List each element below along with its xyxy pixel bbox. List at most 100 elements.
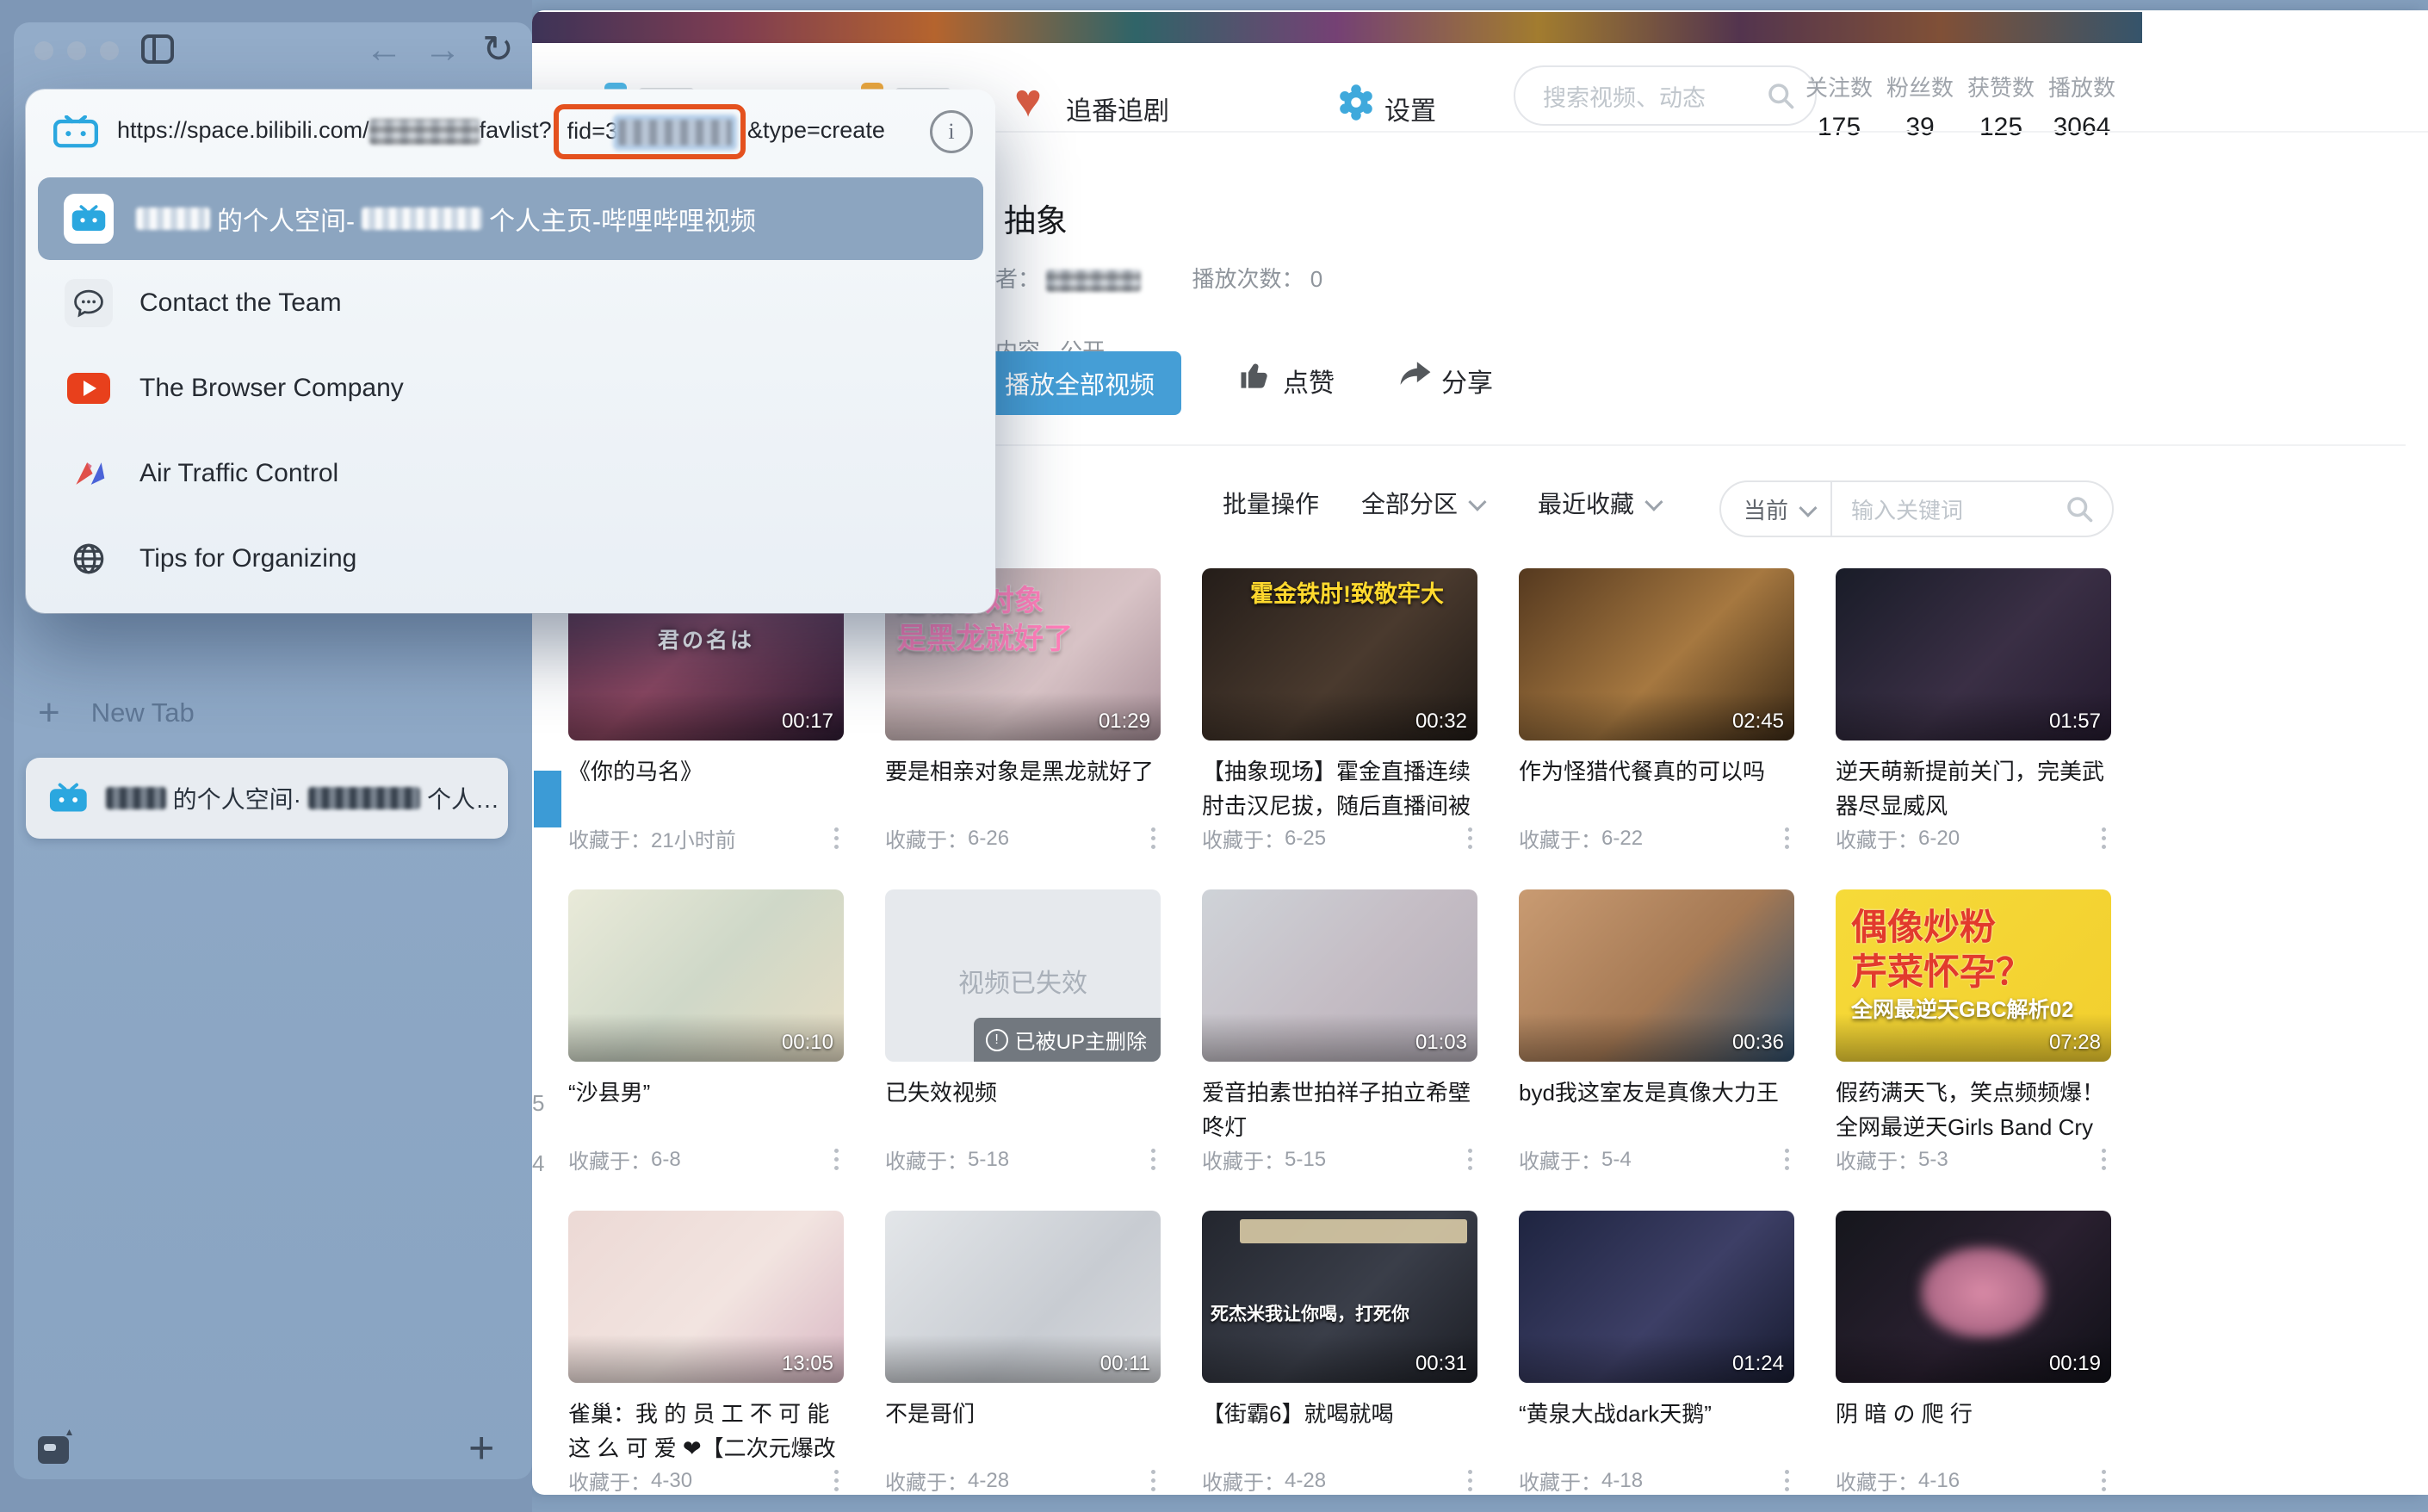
video-thumbnail[interactable]: 01:03: [1202, 889, 1477, 1062]
collected-label: 收藏于：: [568, 1466, 651, 1495]
video-title[interactable]: byd我这室友是真像大力王: [1519, 1075, 1794, 1146]
space-search-box[interactable]: 搜索视频、动态: [1514, 65, 1817, 126]
video-thumbnail[interactable]: 死杰米我让你喝，打死你00:31: [1202, 1211, 1477, 1383]
more-options-icon[interactable]: [2097, 1466, 2111, 1495]
thumbnail-overlay-text: 君の名は: [658, 623, 754, 654]
info-icon[interactable]: i: [930, 110, 973, 153]
video-title[interactable]: 阴 暗 の 爬 行: [1836, 1397, 2111, 1467]
reload-icon[interactable]: ↻: [482, 31, 514, 69]
search-icon[interactable]: [2064, 493, 2095, 524]
video-title[interactable]: 不是哥们: [885, 1397, 1161, 1467]
more-options-icon[interactable]: [1463, 1466, 1477, 1495]
batch-operate-button[interactable]: 批量操作: [1223, 486, 1319, 520]
more-options-icon[interactable]: [2097, 824, 2111, 852]
video-meta-row: 收藏于： 4-30: [568, 1466, 844, 1495]
like-button[interactable]: 点赞: [1283, 362, 1335, 400]
sort-dropdown[interactable]: 最近收藏: [1538, 486, 1659, 520]
creator-name-blurred: [1046, 270, 1141, 292]
video-collected-date: 4-18: [1601, 1469, 1643, 1493]
more-options-icon[interactable]: [2097, 1145, 2111, 1174]
nav-settings[interactable]: 设置: [1384, 90, 1436, 127]
video-duration: 00:19: [2049, 1352, 2101, 1376]
video-thumbnail[interactable]: 00:10: [568, 889, 844, 1062]
like-thumb-icon[interactable]: [1236, 356, 1274, 394]
category-dropdown[interactable]: 全部分区: [1361, 486, 1483, 520]
forward-arrow-icon[interactable]: →: [424, 31, 461, 69]
sidebar-add-icon[interactable]: +: [468, 1422, 494, 1474]
video-thumbnail[interactable]: 00:19: [1836, 1211, 2111, 1383]
video-duration: 00:11: [1100, 1352, 1150, 1376]
video-meta-row: 收藏于： 21小时前: [568, 823, 844, 853]
video-meta-row: 收藏于： 5-3: [1836, 1144, 2111, 1174]
video-title[interactable]: 《你的马名》: [568, 754, 844, 825]
fid-value-selected-blurred: [618, 120, 732, 146]
more-options-icon[interactable]: [1780, 1466, 1794, 1495]
suggestion-selected[interactable]: 的个人空间- 个人主页-哔哩哔哩视频: [38, 177, 983, 260]
video-title[interactable]: 【抽象现场】霍金直播连续肘击汉尼拔，随后直播间被封: [1202, 754, 1477, 825]
video-thumbnail[interactable]: 01:57: [1836, 568, 2111, 741]
more-options-icon[interactable]: [829, 1466, 844, 1495]
more-options-icon[interactable]: [1463, 1145, 1477, 1174]
library-box-icon[interactable]: [38, 1436, 69, 1464]
more-options-icon[interactable]: [1463, 824, 1477, 852]
video-collected-date: 5-15: [1285, 1148, 1326, 1172]
sidebar-active-tab[interactable]: 的个人空间· 个人…: [26, 758, 508, 839]
video-card: 00:36 byd我这室友是真像大力王 收藏于： 5-4: [1519, 889, 1794, 1211]
divider: [1830, 480, 1832, 537]
settings-gear-icon: [1336, 83, 1376, 122]
video-thumbnail[interactable]: 霍金铁肘!致敬牢大00:32: [1202, 568, 1477, 741]
new-tab-button[interactable]: + New Tab: [38, 694, 195, 732]
video-title[interactable]: 雀巢：我 的 员 工 不 可 能 这 么 可 爱 ❤【二次元爆改: [568, 1397, 844, 1467]
window-zoom-button[interactable]: [100, 41, 119, 60]
nav-bangumi[interactable]: 追番追剧: [1066, 90, 1169, 127]
video-thumbnail[interactable]: 偶像炒粉芹菜怀孕？全网最逆天GBC解析0207:28: [1836, 889, 2111, 1062]
video-title[interactable]: 作为怪猎代餐真的可以吗: [1519, 754, 1794, 825]
search-scope-dropdown[interactable]: 当前: [1744, 493, 1813, 525]
play-all-button[interactable]: 播放全部视频: [978, 351, 1181, 415]
more-options-icon[interactable]: [1146, 1466, 1161, 1495]
video-thumbnail[interactable]: 00:36: [1519, 889, 1794, 1062]
video-title[interactable]: “黄泉大战dark天鹅”: [1519, 1397, 1794, 1467]
more-options-icon[interactable]: [829, 824, 844, 852]
favlist-title: | 抽象: [987, 195, 1068, 241]
url-text[interactable]: https://space.bilibili.com/favlist?fid=3…: [117, 104, 930, 159]
video-thumbnail[interactable]: 13:05: [568, 1211, 844, 1383]
suggestion-contact-team[interactable]: Contact the Team: [26, 260, 995, 345]
suggestion-tips-organizing[interactable]: Tips for Organizing: [26, 516, 995, 601]
more-options-icon[interactable]: [1780, 824, 1794, 852]
video-duration: 01:24: [1732, 1352, 1784, 1376]
video-title[interactable]: 已失效视频: [885, 1075, 1161, 1146]
video-duration: 01:03: [1415, 1031, 1467, 1055]
keyword-placeholder: 输入关键词: [1851, 493, 2064, 525]
collected-label: 收藏于：: [1202, 1466, 1285, 1495]
video-title[interactable]: “沙县男”: [568, 1075, 844, 1146]
collected-label: 收藏于：: [885, 1144, 968, 1174]
video-title[interactable]: 爱音拍素世拍祥子拍立希壁咚灯: [1202, 1075, 1477, 1146]
window-close-button[interactable]: [34, 41, 53, 60]
video-title[interactable]: 假药满天飞，笑点频频爆！全网最逆天Girls Band Cry解析: [1836, 1075, 2111, 1146]
suggestion-air-traffic-control[interactable]: Air Traffic Control: [26, 431, 995, 516]
more-options-icon[interactable]: [1146, 824, 1161, 852]
video-thumbnail[interactable]: 01:24: [1519, 1211, 1794, 1383]
more-options-icon[interactable]: [1780, 1145, 1794, 1174]
screenshot-root: ♥ 追番追剧 设置 搜索视频、动态 关注数 175 粉丝数 39: [0, 0, 2428, 1512]
chat-bubble-icon: [65, 279, 113, 327]
suggestion-browser-company[interactable]: The Browser Company: [26, 345, 995, 431]
video-meta-row: 收藏于： 4-28: [1202, 1466, 1477, 1495]
video-title[interactable]: 【街霸6】就喝就喝: [1202, 1397, 1477, 1467]
back-arrow-icon[interactable]: ←: [365, 31, 403, 69]
address-bar[interactable]: https://space.bilibili.com/favlist?fid=3…: [26, 90, 995, 174]
more-options-icon[interactable]: [1146, 1145, 1161, 1174]
share-arrow-icon[interactable]: [1397, 355, 1434, 393]
video-title[interactable]: 要是相亲对象是黑龙就好了: [885, 754, 1161, 825]
video-thumbnail[interactable]: 02:45: [1519, 568, 1794, 741]
keyword-search-box[interactable]: 当前 输入关键词: [1719, 480, 2114, 537]
video-thumbnail[interactable]: 00:11: [885, 1211, 1161, 1383]
chevron-down-icon: [1468, 493, 1486, 511]
window-minimize-button[interactable]: [67, 41, 86, 60]
share-button[interactable]: 分享: [1441, 362, 1493, 400]
video-thumbnail[interactable]: 视频已失效!已被UP主删除: [885, 889, 1161, 1062]
sidebar-toggle-icon[interactable]: [141, 34, 174, 64]
more-options-icon[interactable]: [829, 1145, 844, 1174]
video-title[interactable]: 逆天萌新提前关门，完美武器尽显威风: [1836, 754, 2111, 825]
